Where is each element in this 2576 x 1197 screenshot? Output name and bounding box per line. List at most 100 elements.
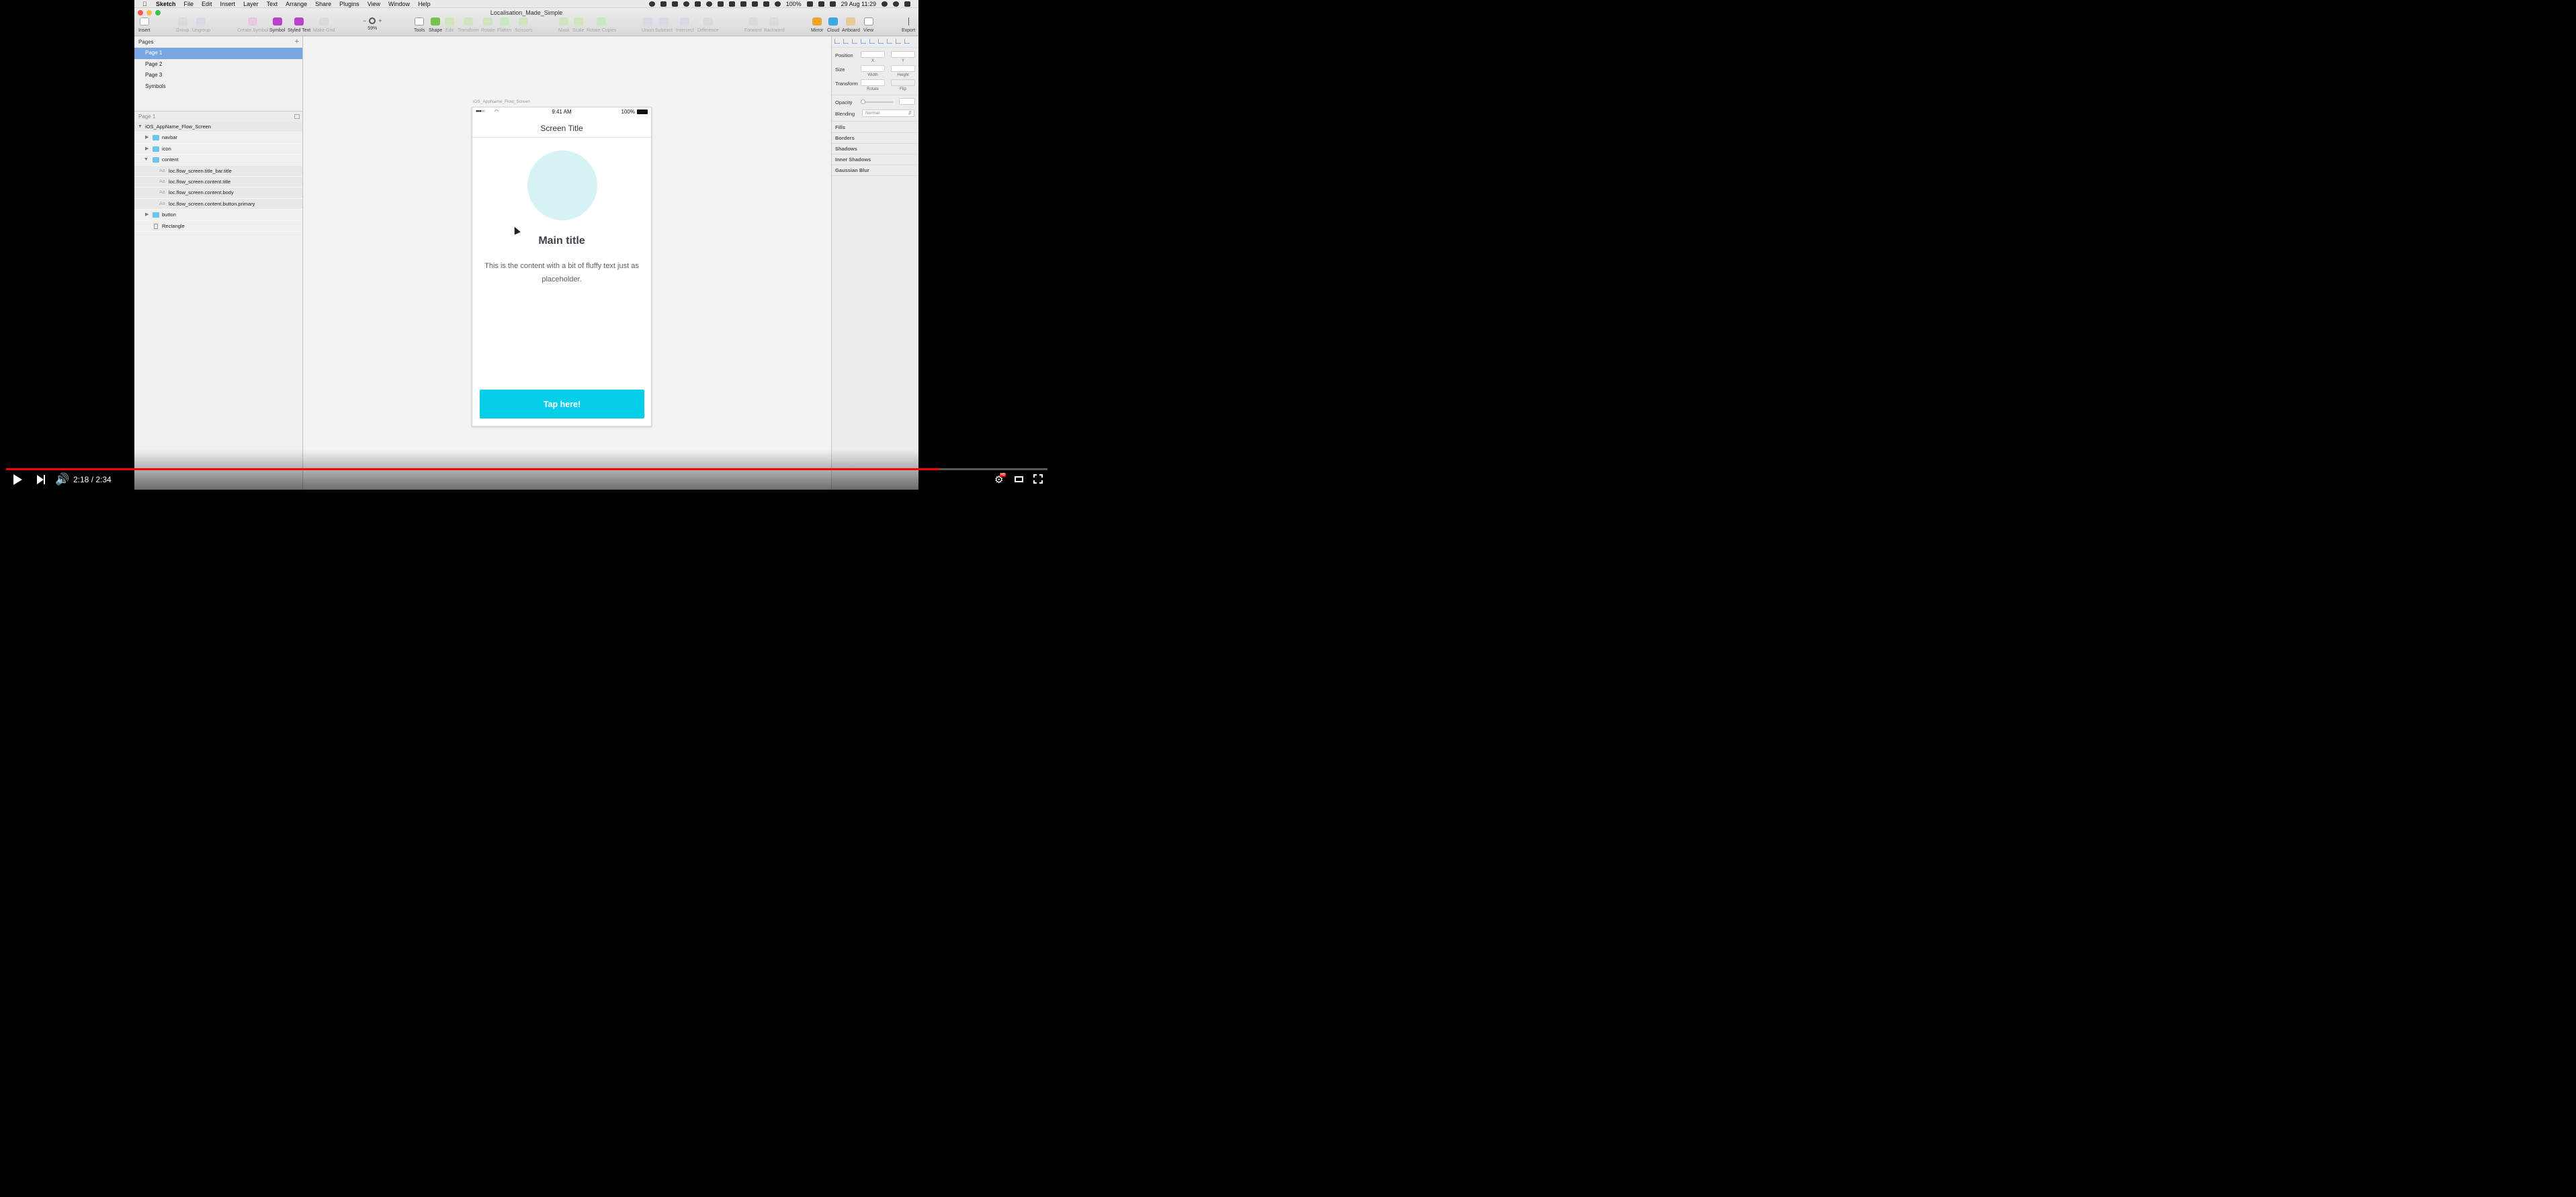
canvas[interactable]: iOS_AppName_Flow_Screen ●●●○○ ◠ 9:41 AM … bbox=[304, 36, 831, 490]
cloud-icon[interactable] bbox=[705, 1, 712, 7]
location-icon[interactable] bbox=[728, 1, 735, 7]
styled-text-button[interactable]: Styled Text bbox=[288, 17, 310, 33]
x-field[interactable] bbox=[861, 51, 885, 58]
page-item-2[interactable]: Page 2 bbox=[134, 59, 302, 71]
notes-icon[interactable] bbox=[694, 1, 701, 7]
difference-button[interactable]: Difference bbox=[697, 17, 719, 33]
flip-control[interactable] bbox=[891, 79, 915, 86]
borders-section[interactable]: Borders bbox=[835, 135, 855, 141]
export-button[interactable]: Export bbox=[902, 17, 915, 33]
symbol-button[interactable]: Symbol bbox=[269, 17, 285, 33]
main-title[interactable]: Main title bbox=[472, 235, 651, 247]
menu-app-name[interactable]: Sketch bbox=[156, 1, 176, 7]
tools-button[interactable]: Tools bbox=[414, 17, 425, 33]
window-icon[interactable] bbox=[740, 1, 746, 7]
rotate-field[interactable] bbox=[861, 79, 885, 86]
screen-title[interactable]: Screen Title bbox=[472, 124, 651, 133]
layer-text-content-title[interactable]: Aa loc.flow_screen.content.title bbox=[134, 176, 302, 188]
page-item-1[interactable]: Page 1 bbox=[134, 48, 302, 59]
align-middle-icon[interactable] bbox=[869, 39, 875, 44]
view-button[interactable]: View bbox=[863, 17, 873, 33]
primary-button[interactable]: Tap here! bbox=[480, 390, 644, 418]
artboard-label[interactable]: iOS_AppName_Flow_Screen bbox=[473, 99, 530, 104]
cloud-button[interactable]: Cloud bbox=[827, 17, 839, 33]
menu-file[interactable]: File bbox=[184, 1, 194, 7]
theater-mode-icon[interactable] bbox=[1015, 476, 1023, 482]
backward-button[interactable]: Backward bbox=[764, 17, 785, 33]
battery-icon[interactable] bbox=[806, 1, 813, 7]
record-icon[interactable] bbox=[648, 1, 655, 7]
volume-icon[interactable]: 🔊 bbox=[55, 473, 69, 486]
rotate-copies-button[interactable]: Rotate Copies bbox=[587, 17, 616, 33]
progress-bar[interactable] bbox=[6, 468, 1047, 470]
align-bottom-icon[interactable] bbox=[878, 39, 884, 44]
insert-button[interactable]: Insert bbox=[138, 17, 151, 33]
layer-content[interactable]: ▼ content bbox=[134, 154, 302, 166]
wifi-icon[interactable] bbox=[774, 1, 781, 7]
apple-menu-icon[interactable]:  bbox=[142, 1, 149, 7]
menu-share[interactable]: Share bbox=[315, 1, 331, 7]
group-button[interactable]: Group bbox=[176, 17, 189, 33]
scale-button[interactable]: Scale bbox=[572, 17, 585, 33]
artboard-button[interactable]: Artboard bbox=[842, 17, 860, 33]
layer-artboard[interactable]: ▼ iOS_AppName_Flow_Screen bbox=[134, 122, 302, 133]
menu-clock[interactable]: 29 Aug 11:29 bbox=[841, 1, 876, 7]
distribute-v-icon[interactable] bbox=[896, 39, 901, 44]
battery-percent[interactable]: 100% bbox=[786, 1, 802, 7]
shape-button[interactable]: Shape bbox=[429, 17, 442, 33]
opacity-field[interactable] bbox=[899, 98, 915, 105]
page-item-3[interactable]: Page 3 bbox=[134, 70, 302, 81]
tool-icon[interactable] bbox=[717, 1, 724, 7]
transform-button[interactable]: Transform bbox=[458, 17, 479, 33]
edit-button[interactable]: Edit bbox=[445, 17, 454, 33]
menu-layer[interactable]: Layer bbox=[243, 1, 259, 7]
align-left-icon[interactable] bbox=[834, 39, 840, 44]
subtract-button[interactable]: Subtract bbox=[655, 17, 673, 33]
align-center-icon[interactable] bbox=[843, 39, 849, 44]
intersect-button[interactable]: Intersect bbox=[676, 17, 694, 33]
next-icon[interactable] bbox=[37, 475, 44, 484]
make-grid-button[interactable]: Make Grid bbox=[313, 17, 335, 33]
disclosure-closed-icon[interactable]: ▶ bbox=[145, 144, 151, 154]
fills-section[interactable]: Fills bbox=[835, 124, 845, 130]
body-text[interactable]: This is the content with a bit of fluffy… bbox=[480, 259, 643, 286]
layer-rectangle[interactable]: Rectangle bbox=[134, 221, 302, 232]
menu-insert[interactable]: Insert bbox=[220, 1, 236, 7]
play-icon[interactable] bbox=[13, 474, 22, 485]
drive-icon[interactable] bbox=[671, 1, 678, 7]
zoom-in-button[interactable]: + bbox=[378, 17, 382, 24]
disclosure-closed-icon[interactable]: ▶ bbox=[145, 132, 151, 143]
dropbox-icon[interactable] bbox=[660, 1, 667, 7]
distribute-icon[interactable] bbox=[904, 39, 910, 44]
gaussian-blur-section[interactable]: Gaussian Blur bbox=[835, 167, 869, 173]
union-button[interactable]: Union bbox=[642, 17, 654, 33]
list-icon[interactable] bbox=[751, 1, 758, 7]
create-symbol-button[interactable]: Create Symbol bbox=[237, 17, 268, 33]
shadows-section[interactable]: Shadows bbox=[835, 146, 857, 152]
page-item-symbols[interactable]: Symbols bbox=[134, 81, 302, 93]
flatten-button[interactable]: Flatten bbox=[497, 17, 511, 33]
menu-view[interactable]: View bbox=[368, 1, 380, 7]
zoom-out-button[interactable]: − bbox=[363, 17, 366, 24]
menu-window[interactable]: Window bbox=[388, 1, 410, 7]
menu-plugins[interactable]: Plugins bbox=[339, 1, 359, 7]
menu-text[interactable]: Text bbox=[267, 1, 278, 7]
layer-button[interactable]: ▶ button bbox=[134, 210, 302, 221]
artboard[interactable]: ●●●○○ ◠ 9:41 AM 100% Screen Title Main t… bbox=[472, 107, 652, 427]
menu-help[interactable]: Help bbox=[418, 1, 431, 7]
align-right-icon[interactable] bbox=[852, 39, 857, 44]
layer-text-title-bar[interactable]: Aa loc.flow_screen.title_bar.title bbox=[134, 165, 302, 177]
layer-navbar[interactable]: ▶ navbar bbox=[134, 132, 302, 144]
opacity-slider-knob[interactable] bbox=[861, 99, 865, 104]
disclosure-closed-icon[interactable]: ▶ bbox=[145, 210, 151, 220]
forward-button[interactable]: Forward bbox=[744, 17, 762, 33]
y-field[interactable] bbox=[891, 51, 915, 58]
spotlight-icon[interactable] bbox=[882, 1, 888, 7]
align-top-icon[interactable] bbox=[861, 39, 866, 44]
disclosure-open-icon[interactable]: ▼ bbox=[138, 122, 143, 132]
distribute-h-icon[interactable] bbox=[887, 39, 892, 44]
flag-icon[interactable] bbox=[829, 1, 836, 7]
blending-select[interactable]: Normal ⇵ bbox=[862, 109, 914, 117]
add-page-button[interactable]: + bbox=[295, 36, 299, 48]
mask-button[interactable]: Mask bbox=[558, 17, 570, 33]
